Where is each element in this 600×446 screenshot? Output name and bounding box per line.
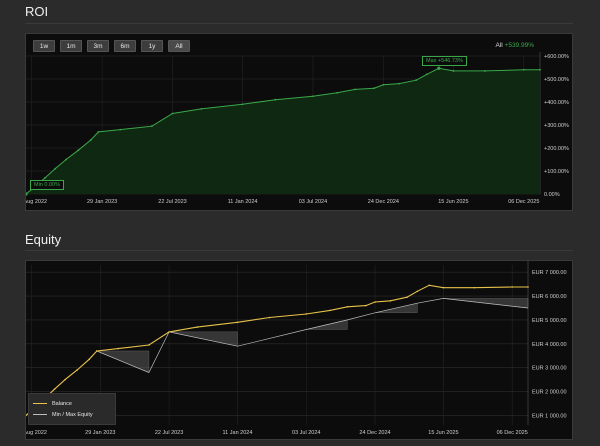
legend-item-equity: Min / Max Equity: [33, 412, 93, 418]
roi-point: [77, 149, 80, 152]
legend-swatch-equity: [33, 413, 47, 416]
roi-point: [44, 177, 46, 179]
eq-svg-x-tick-label: 29 Jan 2023: [85, 430, 115, 436]
equity-chart-panel: EUR 1 000.00 EUR 2 000.00 EUR 3 000.00 EUR …: [25, 260, 573, 440]
equity-balance-point: [346, 305, 349, 308]
equity-balance-point: [117, 347, 119, 350]
roi-svg-x-tick-label: 15 Jun 2025: [438, 199, 468, 205]
equity-balance-point: [428, 284, 430, 287]
eq-svg-y-tick-label: EUR 2 000.00: [532, 390, 567, 396]
roi-svg-y-tick-label: +400.00%: [544, 100, 569, 106]
eq-svg-y-tick-label: EUR 4 000.00: [532, 342, 567, 348]
equity-balance-point: [64, 378, 66, 381]
roi-chart-panel: 1w 1m 3m 6m 1y All All +539.99% 0.00% +100.00%…: [25, 33, 573, 211]
equity-balance-point: [473, 286, 476, 289]
equity-balance-point: [95, 350, 98, 352]
equity-balance-point: [196, 326, 198, 328]
eq-svg-x-tick-label: 22 Jul 2023: [155, 430, 183, 436]
equity-balance-point: [88, 358, 91, 361]
roi-title-divider: [25, 23, 573, 24]
roi-point: [89, 139, 92, 141]
roi-point: [373, 87, 375, 90]
equity-balance-point: [389, 300, 392, 302]
roi-svg-y-tick-label: +300.00%: [544, 123, 569, 129]
equity-balance-point: [168, 331, 170, 333]
equity-balance-point: [374, 301, 376, 303]
roi-svg-x-tick-label: 22 Jul 2023: [158, 199, 186, 205]
roi-point: [150, 125, 153, 128]
roi-point: [65, 158, 67, 161]
eq-svg-y-tick-label: EUR 5 000.00: [532, 318, 567, 324]
roi-svg-x-tick-label: 06 Dec 2025: [508, 199, 539, 205]
equity-legend: Balance Min / Max Equity: [28, 393, 116, 425]
roi-max-label: Max +546.73%: [422, 56, 467, 66]
roi-point: [119, 128, 122, 131]
roi-point: [398, 82, 401, 85]
roi-svg-y-tick-label: +100.00%: [544, 169, 569, 175]
eq-svg-y-tick-label: EUR 1 000.00: [532, 413, 567, 419]
equity-balance-point: [511, 286, 513, 288]
roi-point: [452, 70, 455, 72]
roi-point: [484, 70, 486, 72]
eq-svg-y-tick-label: EUR 3 000.00: [532, 366, 567, 372]
roi-point: [274, 98, 277, 101]
roi-min-label: Min 0.00%: [30, 180, 64, 190]
equity-balance-point: [305, 313, 308, 315]
roi-svg-y-tick-label: +500.00%: [544, 77, 569, 83]
equity-balance-point: [76, 369, 78, 371]
roi-point: [54, 167, 57, 170]
roi-point: [200, 108, 203, 110]
equity-balance-point: [365, 304, 367, 307]
eq-svg-y-tick-label: EUR 7 000.00: [532, 270, 567, 276]
roi-title: ROI: [25, 4, 49, 19]
eq-svg-x-tick-label: 11 Jan 2024: [223, 430, 253, 436]
roi-point: [241, 103, 244, 106]
equity-title-divider: [25, 250, 573, 251]
roi-point: [425, 73, 428, 76]
roi-svg-y-tick-label: +600.00%: [544, 54, 569, 60]
legend-item-balance: Balance: [33, 401, 72, 407]
roi-svg-x-tick-label: 03 Jul 2024: [299, 199, 327, 205]
roi-svg-x-tick-label: 08 Aug 2022: [26, 199, 47, 205]
eq-svg-x-tick-label: 06 Dec 2025: [497, 430, 528, 436]
equity-balance-point: [148, 344, 150, 346]
roi-point: [415, 79, 418, 82]
roi-point: [382, 83, 385, 86]
roi-max-marker: [437, 66, 441, 70]
roi-svg-y-tick-label: +200.00%: [544, 146, 569, 152]
eq-svg-x-tick-label: 08 Aug 2022: [26, 430, 47, 436]
roi-point: [354, 88, 356, 91]
equity-balance-point: [236, 321, 239, 324]
roi-chart: 0.00% +100.00% +200.00% +300.00% +400.00% +50…: [26, 52, 569, 205]
roi-svg-x-tick-label: 11 Jan 2024: [228, 199, 258, 205]
legend-label-equity: Min / Max Equity: [52, 412, 93, 418]
eq-svg-y-tick-label: EUR 6 000.00: [532, 294, 567, 300]
eq-svg-x-tick-label: 24 Dec 2024: [359, 430, 390, 436]
equity-balance-point: [406, 296, 408, 299]
eq-svg-x-tick-label: 03 Jul 2024: [292, 430, 320, 436]
roi-point: [539, 68, 541, 71]
roi-point: [97, 131, 100, 133]
equity-balance-point: [268, 316, 271, 319]
roi-point: [171, 112, 174, 115]
roi-svg-x-tick-label: 24 Dec 2024: [368, 199, 399, 205]
equity-title: Equity: [25, 232, 62, 247]
equity-min-max-line: [96, 298, 529, 373]
roi-point: [522, 68, 525, 71]
equity-balance-point: [53, 388, 56, 390]
equity-balance-point: [329, 309, 331, 312]
equity-balance-point: [416, 290, 419, 293]
legend-label-balance: Balance: [52, 401, 72, 407]
roi-point: [312, 95, 314, 98]
eq-svg-x-tick-label: 15 Jun 2025: [428, 430, 458, 436]
equity-balance-point: [527, 286, 529, 288]
roi-svg-x-tick-label: 29 Jan 2023: [87, 199, 117, 205]
roi-svg-y-tick-label: 0.00%: [544, 192, 560, 198]
roi-point: [336, 91, 339, 94]
legend-swatch-balance: [33, 402, 47, 405]
equity-balance-point: [442, 286, 445, 289]
